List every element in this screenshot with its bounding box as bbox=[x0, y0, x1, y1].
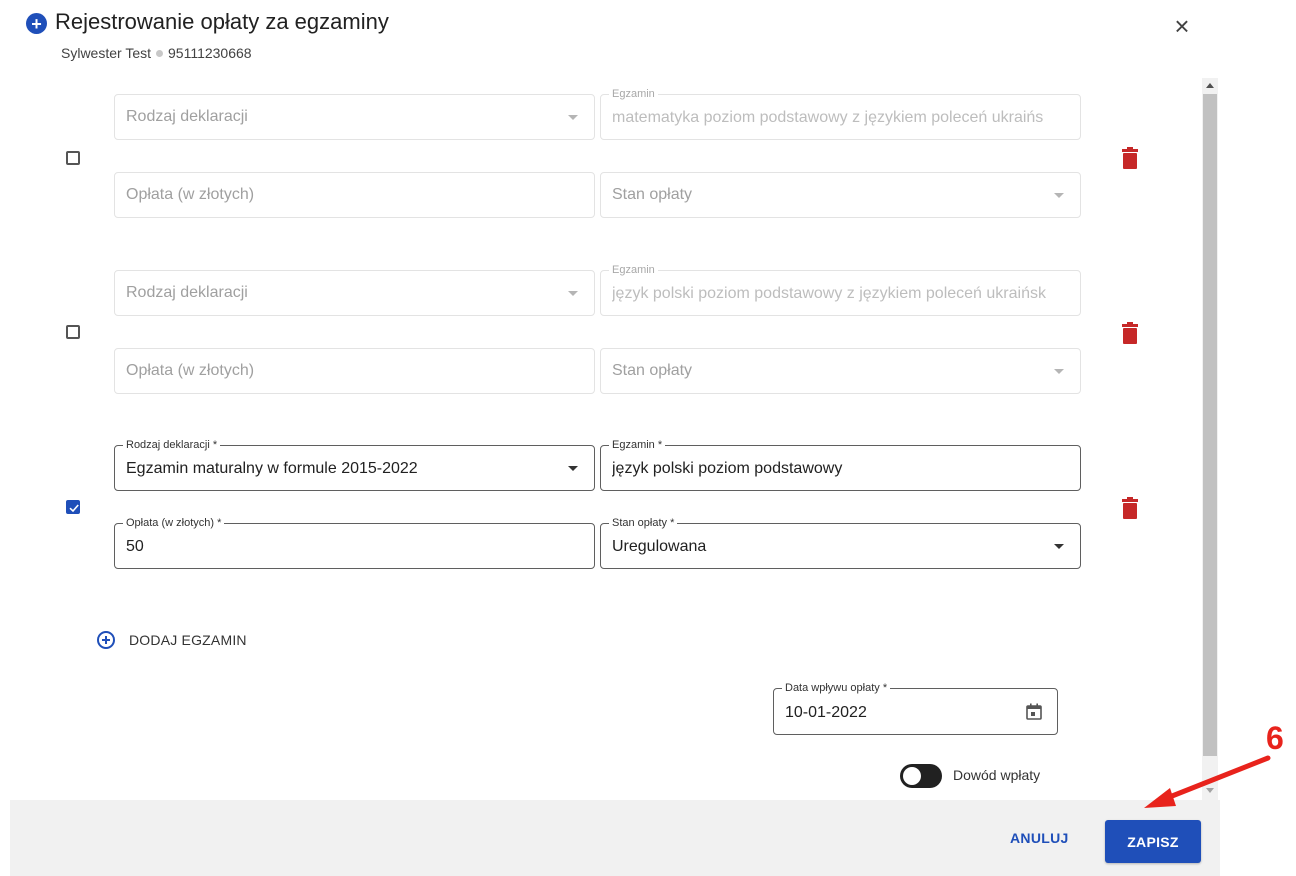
rodzaj-deklaracji-placeholder: Rodzaj deklaracji bbox=[126, 284, 248, 301]
rodzaj-deklaracji-select[interactable]: Rodzaj deklaracji bbox=[114, 94, 595, 140]
dialog-title: Rejestrowanie opłaty za egzaminy bbox=[55, 9, 389, 34]
oplata-label: Opłata (w złotych) * bbox=[123, 516, 225, 530]
student-name: Sylwester Test bbox=[61, 45, 151, 61]
student-pesel: 95111230668 bbox=[168, 45, 252, 61]
chevron-down-icon bbox=[568, 466, 578, 471]
add-exam-button[interactable]: DODAJ EGZAMIN bbox=[97, 628, 247, 652]
rodzaj-deklaracji-placeholder: Rodzaj deklaracji bbox=[126, 108, 248, 125]
oplata-input[interactable]: Opłata (w złotych) * 50 bbox=[114, 516, 595, 569]
payment-date-label: Data wpływu opłaty * bbox=[782, 681, 891, 695]
payment-proof-label: Dowód wpłaty bbox=[953, 767, 1041, 783]
row-checkbox[interactable] bbox=[66, 325, 80, 339]
rodzaj-deklaracji-value: Egzamin maturalny w formule 2015-2022 bbox=[126, 460, 418, 477]
dialog-subtitle: Sylwester Test 95111230668 bbox=[61, 45, 252, 61]
close-icon[interactable]: × bbox=[1170, 13, 1194, 39]
stan-oplaty-placeholder: Stan opłaty bbox=[612, 362, 693, 379]
oplata-placeholder: Opłata (w złotych) bbox=[126, 362, 255, 379]
check-icon bbox=[69, 504, 79, 513]
egzamin-field[interactable]: Egzamin język polski poziom podstawowy z… bbox=[600, 263, 1081, 316]
row-checkbox[interactable] bbox=[66, 151, 80, 165]
stan-oplaty-select[interactable]: Stan opłaty bbox=[600, 172, 1081, 218]
egzamin-value: język polski poziom podstawowy bbox=[612, 460, 843, 477]
egzamin-value: język polski poziom podstawowy z językie… bbox=[612, 285, 1046, 302]
cancel-button[interactable]: ANULUJ bbox=[1010, 830, 1069, 854]
stan-oplaty-select[interactable]: Stan opłaty bbox=[600, 348, 1081, 394]
payment-date-value: 10-01-2022 bbox=[785, 704, 867, 721]
oplata-placeholder: Opłata (w złotych) bbox=[126, 186, 255, 203]
rodzaj-deklaracji-select[interactable]: Rodzaj deklaracji bbox=[114, 270, 595, 316]
stan-oplaty-select[interactable]: Stan opłaty * Uregulowana bbox=[600, 516, 1081, 569]
stan-oplaty-label: Stan opłaty * bbox=[609, 516, 678, 530]
egzamin-field[interactable]: Egzamin * język polski poziom podstawowy bbox=[600, 438, 1081, 491]
annotation-arrow-icon bbox=[1144, 755, 1271, 808]
trash-icon[interactable] bbox=[1122, 147, 1138, 169]
plus-circle-icon: + bbox=[26, 13, 47, 34]
trash-icon[interactable] bbox=[1122, 322, 1138, 344]
scroll-up-icon[interactable] bbox=[1206, 83, 1214, 88]
payment-proof-toggle[interactable] bbox=[900, 764, 942, 788]
chevron-down-icon bbox=[568, 291, 578, 296]
rodzaj-deklaracji-select[interactable]: Rodzaj deklaracji * Egzamin maturalny w … bbox=[114, 438, 595, 491]
chevron-down-icon bbox=[1054, 193, 1064, 198]
oplata-input[interactable]: Opłata (w złotych) bbox=[114, 348, 595, 394]
row-checkbox[interactable] bbox=[66, 500, 80, 514]
stan-oplaty-value: Uregulowana bbox=[612, 538, 707, 555]
chevron-down-icon bbox=[1054, 369, 1064, 374]
calendar-icon[interactable] bbox=[1025, 703, 1043, 721]
save-button[interactable]: ZAPISZ bbox=[1105, 820, 1201, 863]
payment-date-field[interactable]: Data wpływu opłaty * 10-01-2022 bbox=[773, 681, 1058, 735]
chevron-down-icon bbox=[568, 115, 578, 120]
chevron-down-icon bbox=[1054, 544, 1064, 549]
separator-dot bbox=[156, 50, 163, 58]
toggle-knob bbox=[903, 767, 921, 785]
add-exam-label: DODAJ EGZAMIN bbox=[129, 632, 247, 648]
oplata-value: 50 bbox=[126, 538, 144, 555]
plus-circle-icon bbox=[97, 631, 115, 649]
stan-oplaty-placeholder: Stan opłaty bbox=[612, 186, 693, 203]
egzamin-label: Egzamin bbox=[609, 263, 658, 277]
egzamin-value: matematyka poziom podstawowy z językiem … bbox=[612, 109, 1044, 126]
egzamin-label: Egzamin * bbox=[609, 438, 666, 452]
egzamin-label: Egzamin bbox=[609, 87, 658, 101]
scrollbar-thumb[interactable] bbox=[1203, 94, 1217, 756]
oplata-input[interactable]: Opłata (w złotych) bbox=[114, 172, 595, 218]
trash-icon[interactable] bbox=[1122, 497, 1138, 519]
egzamin-field[interactable]: Egzamin matematyka poziom podstawowy z j… bbox=[600, 87, 1081, 140]
rodzaj-deklaracji-label: Rodzaj deklaracji * bbox=[123, 438, 221, 452]
